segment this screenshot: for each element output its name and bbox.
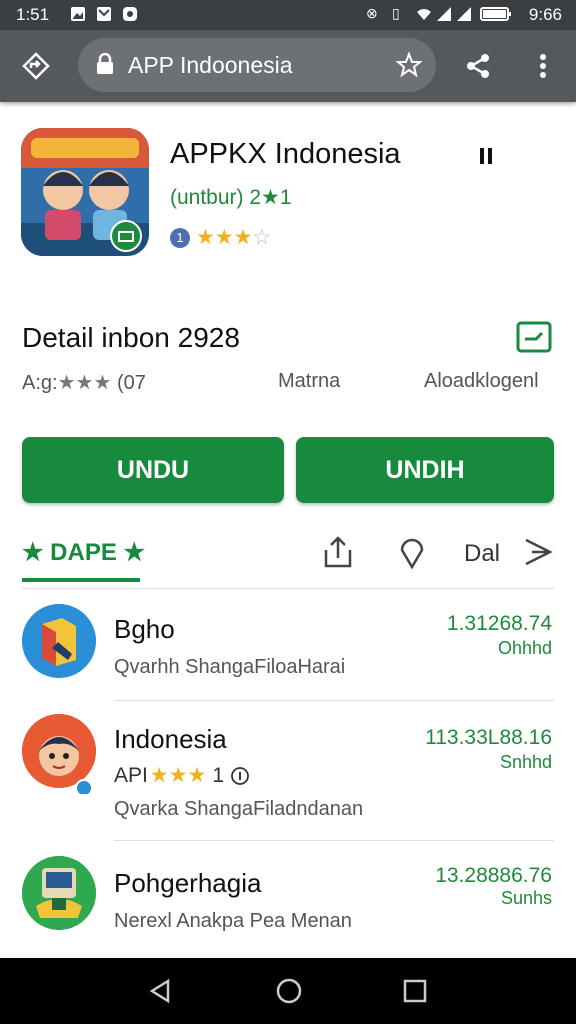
location-icon[interactable] bbox=[396, 534, 428, 570]
upload-icon[interactable] bbox=[322, 534, 354, 570]
recents-icon[interactable] bbox=[402, 978, 428, 1004]
app-icon-art bbox=[21, 128, 149, 256]
star-filled-icon: ★ bbox=[168, 764, 188, 787]
star-filled-icon: ★ bbox=[149, 764, 169, 787]
item-number: 13.28886.76 bbox=[435, 864, 552, 887]
app-menu-icon[interactable] bbox=[476, 142, 496, 170]
wifi-icon bbox=[417, 9, 431, 20]
item-subtext: Snhhd bbox=[499, 752, 552, 772]
detail-meta-right: Aloadklogenl bbox=[424, 370, 539, 392]
image-notification-icon bbox=[71, 7, 85, 21]
item-number: 1.31268.74 bbox=[446, 612, 552, 635]
item-rating-suffix: 1 bbox=[212, 764, 225, 787]
item-rating: API ★★★ 1 bbox=[114, 764, 250, 788]
item-rating-prefix: API bbox=[114, 764, 148, 787]
url-text: APP Indoonesia bbox=[128, 52, 293, 78]
star-filled-icon: ★ bbox=[214, 226, 234, 249]
app-notification-icon bbox=[123, 7, 137, 21]
item-number: 113.33L88.16 bbox=[425, 726, 552, 749]
star-empty-icon: ☆ bbox=[252, 226, 272, 249]
item-desc: Nerexl Anakpa Pea Menan bbox=[114, 910, 352, 932]
signal-icon-2 bbox=[457, 7, 471, 21]
mail-notification-icon bbox=[97, 7, 111, 21]
app-icon[interactable] bbox=[21, 128, 149, 256]
status-time: 1:51 bbox=[16, 5, 50, 24]
item-divider bbox=[114, 840, 554, 841]
address-bar[interactable]: APP Indoonesia bbox=[78, 38, 436, 92]
meta-left-stars: ★★★ bbox=[57, 372, 112, 394]
primary-button[interactable]: UNDU bbox=[22, 437, 284, 503]
meta-left-suffix: (07 bbox=[116, 372, 146, 394]
item-name: Pohgerhagia bbox=[114, 868, 262, 898]
item-rating-stars: ★★★ bbox=[150, 764, 206, 788]
item-divider bbox=[114, 700, 554, 701]
tab-indicator bbox=[22, 578, 140, 582]
info-circle-icon bbox=[231, 767, 249, 785]
detail-title: Detail inbon 2928 bbox=[22, 322, 240, 353]
status-clock-right: 9:66 bbox=[528, 5, 562, 24]
battery-icon bbox=[480, 7, 511, 21]
info-badge: 1 bbox=[170, 228, 190, 248]
tab-active[interactable]: ★ DAPE ★ bbox=[22, 538, 145, 567]
bookmark-star-icon[interactable] bbox=[396, 52, 422, 78]
detail-meta-middle: Matrna bbox=[278, 370, 341, 392]
item-name: Indonesia bbox=[114, 724, 227, 754]
rating-stars: ★★★☆ bbox=[196, 227, 271, 249]
star-filled-icon: ★ bbox=[233, 226, 253, 249]
item-subtext: Sunhs bbox=[500, 888, 552, 908]
device-app-icon bbox=[22, 856, 96, 930]
secondary-button[interactable]: UNDIH bbox=[296, 437, 554, 503]
item-desc: Qvarka ShangaFiladndanan bbox=[114, 798, 364, 820]
app-subtitle[interactable]: (untbur) 2★1 bbox=[170, 185, 292, 210]
item-desc: Qvarhh ShangaFiloaHarai bbox=[114, 656, 346, 678]
home-icon[interactable] bbox=[276, 978, 302, 1004]
directions-icon[interactable] bbox=[22, 52, 50, 80]
overflow-menu-icon[interactable] bbox=[529, 52, 557, 80]
app-title: APPKX Indonesia bbox=[170, 138, 401, 170]
maps-app-icon bbox=[22, 604, 96, 678]
star-filled-icon: ★ bbox=[196, 226, 215, 249]
vibrate-icon: ▯ bbox=[392, 5, 400, 21]
item-name: Bgho bbox=[114, 614, 175, 644]
lock-icon bbox=[97, 53, 113, 74]
star-filled-icon: ★ bbox=[187, 764, 207, 787]
character-app-icon bbox=[22, 714, 96, 797]
share-icon[interactable] bbox=[464, 52, 492, 80]
detail-action-icon[interactable] bbox=[516, 321, 552, 353]
signal-icon-1 bbox=[437, 7, 451, 21]
detail-meta-left: A:g:★★★ (07 bbox=[22, 370, 146, 395]
tab-text[interactable]: Dal bbox=[464, 540, 500, 568]
back-icon[interactable] bbox=[148, 978, 174, 1004]
status-bar: 1:51 ⊗ ▯ 9:66 bbox=[0, 0, 576, 30]
browser-toolbar: APP Indoonesia bbox=[0, 30, 576, 102]
app-rating: 1 ★★★☆ bbox=[170, 227, 271, 249]
nfc-icon: ⊗ bbox=[366, 5, 378, 21]
meta-left-prefix: A:g: bbox=[22, 372, 58, 394]
send-icon[interactable] bbox=[522, 534, 554, 570]
tab-divider bbox=[22, 588, 554, 589]
system-nav-bar bbox=[0, 958, 576, 1024]
item-subtext: Ohhhd bbox=[497, 638, 552, 658]
